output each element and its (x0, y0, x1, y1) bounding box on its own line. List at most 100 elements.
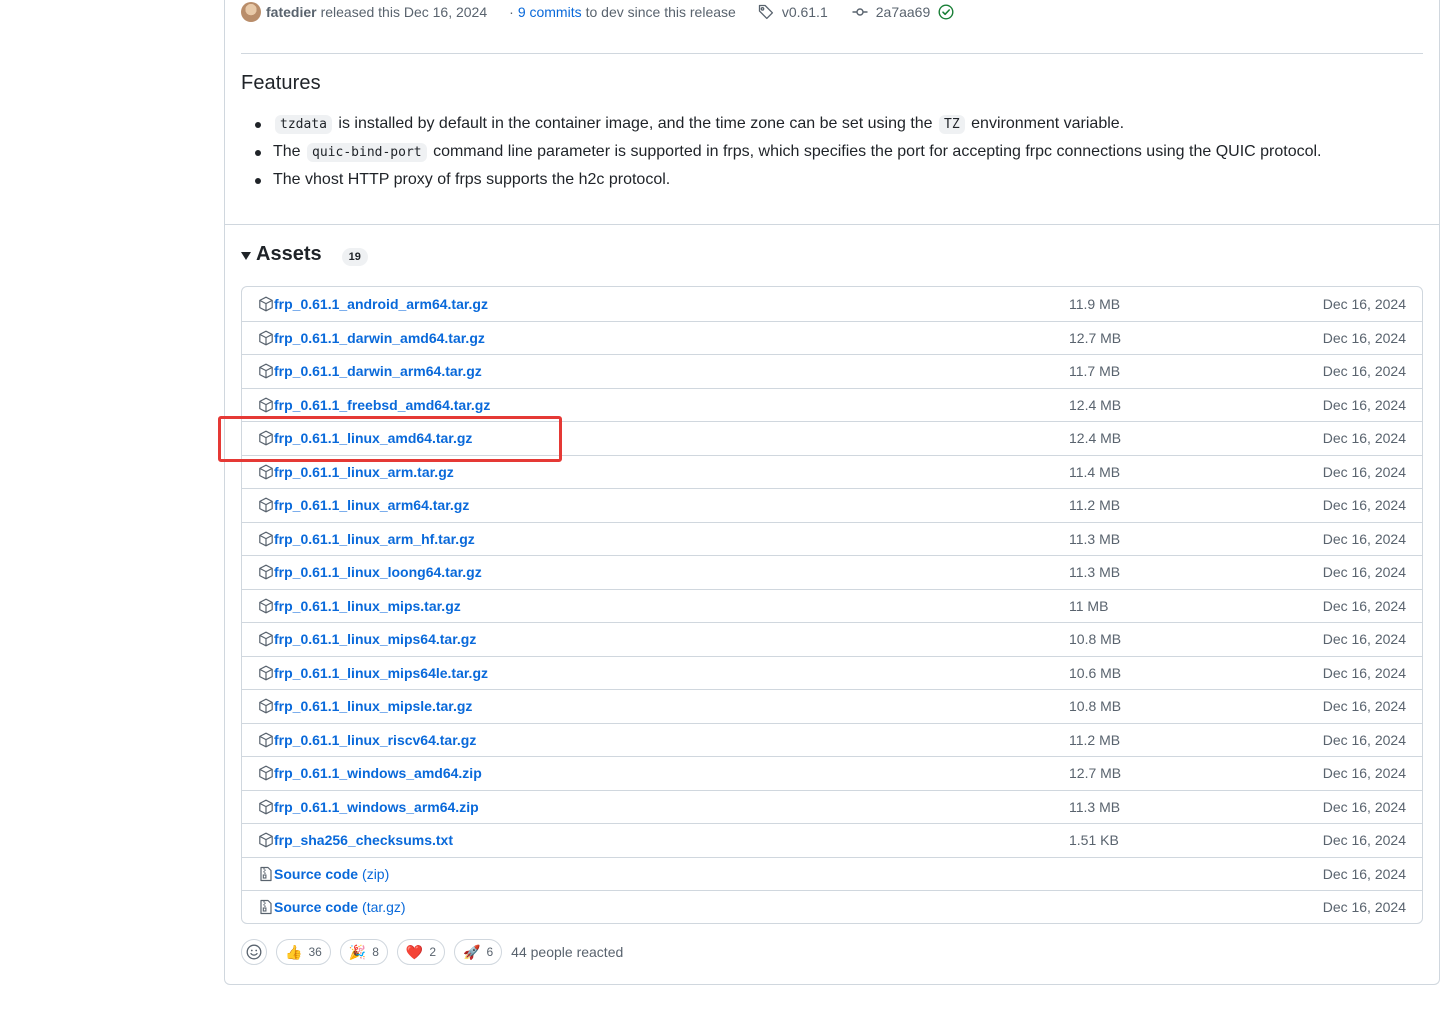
package-icon (259, 799, 273, 815)
asset-download-link[interactable]: frp_0.61.1_freebsd_amd64.tar.gz (258, 397, 490, 413)
feature-item: The quic-bind-port command line paramete… (241, 138, 1322, 166)
source-code-row: Source code (zip) Dec 16, 2024 (242, 856, 1422, 891)
asset-name: frp_0.61.1_linux_mips64.tar.gz (274, 631, 477, 648)
release-card: fatedier released this Dec 16, 2024 · 9 … (224, 0, 1440, 985)
reaction-button[interactable]: 🎉 8 (339, 939, 388, 965)
features-heading: Features (241, 72, 321, 94)
reaction-button[interactable]: ❤️ 2 (396, 939, 446, 965)
commit-link[interactable]: 2a7aa69 (852, 4, 955, 20)
reaction-count: 6 (486, 945, 494, 959)
caret-down-icon (241, 251, 251, 260)
asset-row: frp_sha256_checksums.txt 1.51 KB Dec 16, 2… (242, 823, 1422, 857)
asset-name: frp_0.61.1_freebsd_amd64.tar.gz (274, 396, 491, 413)
asset-date: Dec 16, 2024 (1322, 899, 1406, 916)
package-icon (259, 531, 273, 547)
tag-link[interactable]: v0.61.1 (758, 4, 828, 20)
section-divider (225, 224, 1439, 225)
author-name[interactable]: fatedier (266, 4, 317, 20)
asset-date: Dec 16, 2024 (1322, 430, 1406, 447)
asset-name: frp_0.61.1_android_arm64.tar.gz (274, 295, 488, 312)
asset-name: frp_0.61.1_linux_riscv64.tar.gz (274, 731, 477, 748)
rocket-icon: 🚀 (463, 943, 481, 960)
asset-download-link[interactable]: frp_0.61.1_linux_mips64.tar.gz (258, 631, 476, 647)
asset-row: frp_0.61.1_linux_arm_hf.tar.gz 11.3 MB Dec… (242, 521, 1422, 556)
asset-download-link[interactable]: frp_0.61.1_darwin_amd64.tar.gz (258, 330, 485, 346)
asset-size: 12.7 MB (1069, 765, 1122, 782)
assets-toggle[interactable]: Assets 19 (241, 243, 368, 266)
package-icon (259, 698, 273, 714)
source-code-label: Source code (274, 899, 359, 916)
asset-download-link[interactable]: frp_0.61.1_linux_arm.tar.gz (258, 464, 454, 480)
tag-icon (758, 4, 773, 20)
assets-heading: Assets (256, 243, 322, 265)
reaction-button[interactable]: 👍 36 (276, 939, 331, 965)
asset-name: frp_0.61.1_linux_arm.tar.gz (274, 463, 454, 480)
source-code-link[interactable]: Source code (tar.gz) (258, 899, 406, 915)
asset-download-link[interactable]: frp_0.61.1_linux_amd64.tar.gz (258, 430, 472, 446)
asset-download-link[interactable]: frp_0.61.1_linux_mipsle.tar.gz (258, 698, 472, 714)
asset-download-link[interactable]: frp_0.61.1_linux_loong64.tar.gz (258, 564, 482, 580)
check-circle-icon[interactable] (938, 4, 954, 20)
asset-size: 11 MB (1069, 597, 1109, 614)
asset-size: 11.2 MB (1069, 497, 1121, 514)
asset-size: 10.8 MB (1069, 698, 1122, 715)
asset-row: frp_0.61.1_windows_arm64.zip 11.3 MB Dec 1… (242, 789, 1422, 824)
reaction-count: 2 (429, 945, 437, 959)
asset-download-link[interactable]: frp_0.61.1_linux_riscv64.tar.gz (258, 732, 476, 748)
asset-row: frp_0.61.1_linux_mips64.tar.gz 10.8 MB Dec… (242, 622, 1422, 656)
asset-row: frp_0.61.1_darwin_arm64.tar.gz 11.7 MB Dec… (242, 354, 1422, 388)
author-avatar[interactable] (241, 2, 261, 22)
feature-item: The vhost HTTP proxy of frps supports th… (241, 166, 1322, 194)
asset-size: 12.4 MB (1069, 396, 1122, 413)
release-meta: fatedier released this Dec 16, 2024 · 9 … (241, 0, 954, 24)
package-icon (259, 631, 273, 647)
asset-date: Dec 16, 2024 (1322, 698, 1406, 715)
asset-download-link[interactable]: frp_0.61.1_linux_arm64.tar.gz (258, 497, 469, 513)
separator-dot: · (509, 4, 514, 20)
tag-label: v0.61.1 (781, 4, 828, 20)
asset-name: frp_0.61.1_linux_mips64le.tar.gz (274, 664, 488, 681)
asset-row: frp_0.61.1_linux_mipsle.tar.gz 10.8 MB Dec… (242, 689, 1422, 723)
package-icon (259, 598, 273, 614)
asset-date: Dec 16, 2024 (1322, 865, 1406, 882)
asset-download-link[interactable]: frp_0.61.1_android_arm64.tar.gz (258, 296, 488, 312)
asset-download-link[interactable]: frp_0.61.1_windows_amd64.zip (258, 765, 482, 781)
reaction-button[interactable]: 🚀 6 (454, 939, 503, 965)
commit-icon (852, 8, 868, 16)
asset-name: frp_0.61.1_darwin_amd64.tar.gz (274, 329, 485, 346)
asset-date: Dec 16, 2024 (1322, 832, 1406, 849)
asset-date: Dec 16, 2024 (1322, 497, 1406, 514)
asset-download-link[interactable]: frp_0.61.1_darwin_arm64.tar.gz (258, 363, 482, 379)
reaction-count: 36 (308, 945, 322, 959)
package-icon (259, 665, 273, 681)
features-list: tzdata is installed by default in the co… (241, 110, 1322, 194)
assets-count-badge: 19 (341, 247, 368, 266)
asset-name: frp_0.61.1_linux_arm_hf.tar.gz (274, 530, 475, 547)
feature-text: environment variable. (971, 115, 1125, 132)
asset-size: 11.2 MB (1069, 731, 1121, 748)
asset-row: frp_0.61.1_linux_amd64.tar.gz 12.4 MB Dec … (242, 421, 1422, 455)
feature-text: command line parameter is supported in f… (433, 143, 1322, 160)
package-icon (259, 430, 273, 446)
asset-size: 10.6 MB (1069, 664, 1122, 681)
asset-download-link[interactable]: frp_0.61.1_linux_arm_hf.tar.gz (258, 531, 475, 547)
smiley-icon (246, 944, 262, 960)
source-code-link[interactable]: Source code (zip) (258, 866, 389, 882)
commits-link[interactable]: 9 commits (518, 4, 582, 20)
package-icon (259, 330, 273, 346)
package-icon (259, 732, 273, 748)
asset-date: Dec 16, 2024 (1322, 564, 1406, 581)
asset-name: frp_sha256_checksums.txt (274, 832, 453, 849)
add-reaction-button[interactable] (241, 939, 267, 965)
asset-download-link[interactable]: frp_0.61.1_linux_mips64le.tar.gz (258, 665, 488, 681)
asset-row: frp_0.61.1_linux_mips64le.tar.gz 10.6 MB D… (242, 655, 1422, 690)
feature-text: The vhost HTTP proxy of frps supports th… (273, 171, 671, 188)
package-icon (259, 564, 273, 580)
asset-download-link[interactable]: frp_0.61.1_windows_arm64.zip (258, 799, 479, 815)
asset-size: 11.3 MB (1069, 564, 1121, 581)
reaction-count: 8 (372, 945, 379, 959)
asset-download-link[interactable]: frp_sha256_checksums.txt (258, 832, 453, 848)
asset-size: 12.4 MB (1069, 430, 1122, 447)
asset-download-link[interactable]: frp_0.61.1_linux_mips.tar.gz (258, 598, 461, 614)
asset-date: Dec 16, 2024 (1322, 396, 1406, 413)
